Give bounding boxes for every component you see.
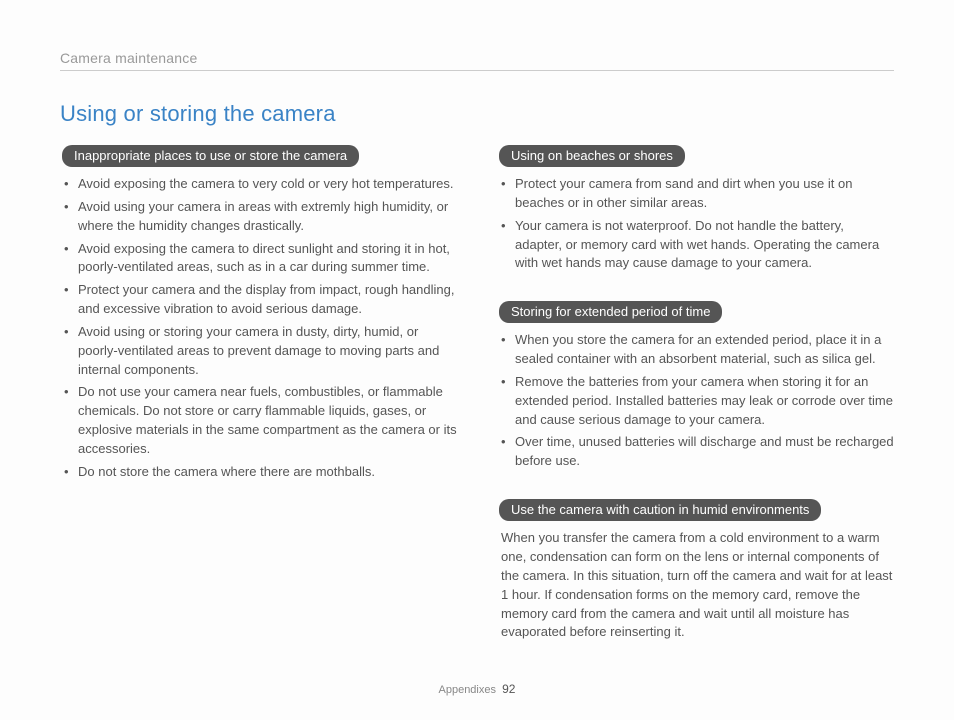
list-item: Remove the batteries from your camera wh… — [501, 373, 894, 430]
right-column: Using on beaches or shores Protect your … — [497, 145, 894, 670]
page-title: Using or storing the camera — [60, 101, 894, 127]
list-item: Over time, unused batteries will dischar… — [501, 433, 894, 471]
footer-label: Appendixes — [439, 684, 497, 696]
list-beaches: Protect your camera from sand and dirt w… — [497, 175, 894, 273]
list-item: Avoid using or storing your camera in du… — [64, 323, 457, 380]
page-footer: Appendixes 92 — [0, 682, 954, 696]
list-item: Do not store the camera where there are … — [64, 463, 457, 482]
subheading-inappropriate: Inappropriate places to use or store the… — [62, 145, 359, 167]
list-item: Do not use your camera near fuels, combu… — [64, 383, 457, 458]
section-name: Camera maintenance — [60, 50, 894, 66]
list-inappropriate: Avoid exposing the camera to very cold o… — [60, 175, 457, 482]
list-item: Avoid exposing the camera to very cold o… — [64, 175, 457, 194]
list-item: Avoid exposing the camera to direct sunl… — [64, 240, 457, 278]
subheading-humid: Use the camera with caution in humid env… — [499, 499, 821, 521]
page-header: Camera maintenance — [60, 50, 894, 71]
page-number: 92 — [502, 682, 515, 696]
subheading-beaches: Using on beaches or shores — [499, 145, 685, 167]
list-item: Avoid using your camera in areas with ex… — [64, 198, 457, 236]
paragraph-humid: When you transfer the camera from a cold… — [497, 529, 894, 642]
left-column: Inappropriate places to use or store the… — [60, 145, 457, 670]
list-item: Your camera is not waterproof. Do not ha… — [501, 217, 894, 274]
list-storing: When you store the camera for an extende… — [497, 331, 894, 471]
header-divider — [60, 70, 894, 71]
subheading-storing: Storing for extended period of time — [499, 301, 722, 323]
list-item: When you store the camera for an extende… — [501, 331, 894, 369]
content-columns: Inappropriate places to use or store the… — [60, 145, 894, 670]
list-item: Protect your camera from sand and dirt w… — [501, 175, 894, 213]
list-item: Protect your camera and the display from… — [64, 281, 457, 319]
